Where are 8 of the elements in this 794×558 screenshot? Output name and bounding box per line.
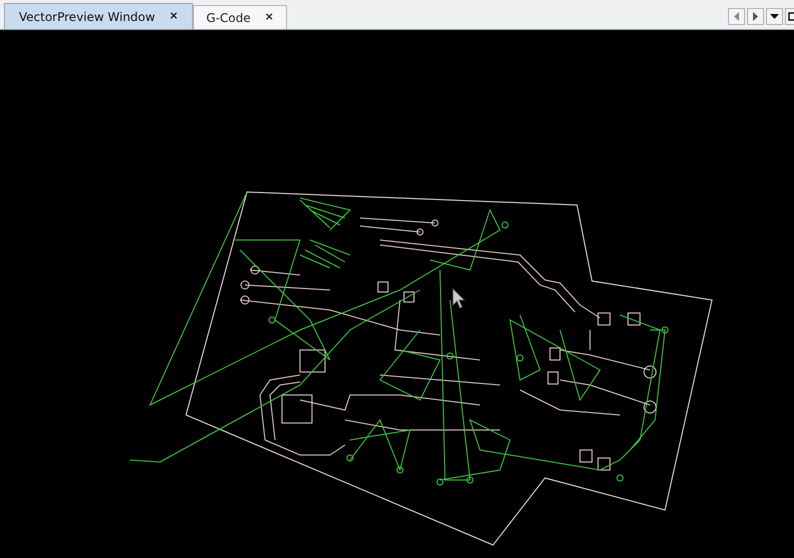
close-tab-button[interactable]: ×	[264, 9, 274, 26]
mouse-pointer-icon	[452, 288, 465, 310]
dropdown-button[interactable]	[766, 8, 783, 25]
scroll-left-button[interactable]	[728, 8, 745, 25]
tab[interactable]: G-Code ×	[193, 5, 287, 29]
close-tab-button[interactable]: ×	[169, 8, 178, 25]
tab[interactable]: VectorPreview Window ×	[4, 3, 194, 29]
scroll-right-button[interactable]	[747, 8, 764, 25]
